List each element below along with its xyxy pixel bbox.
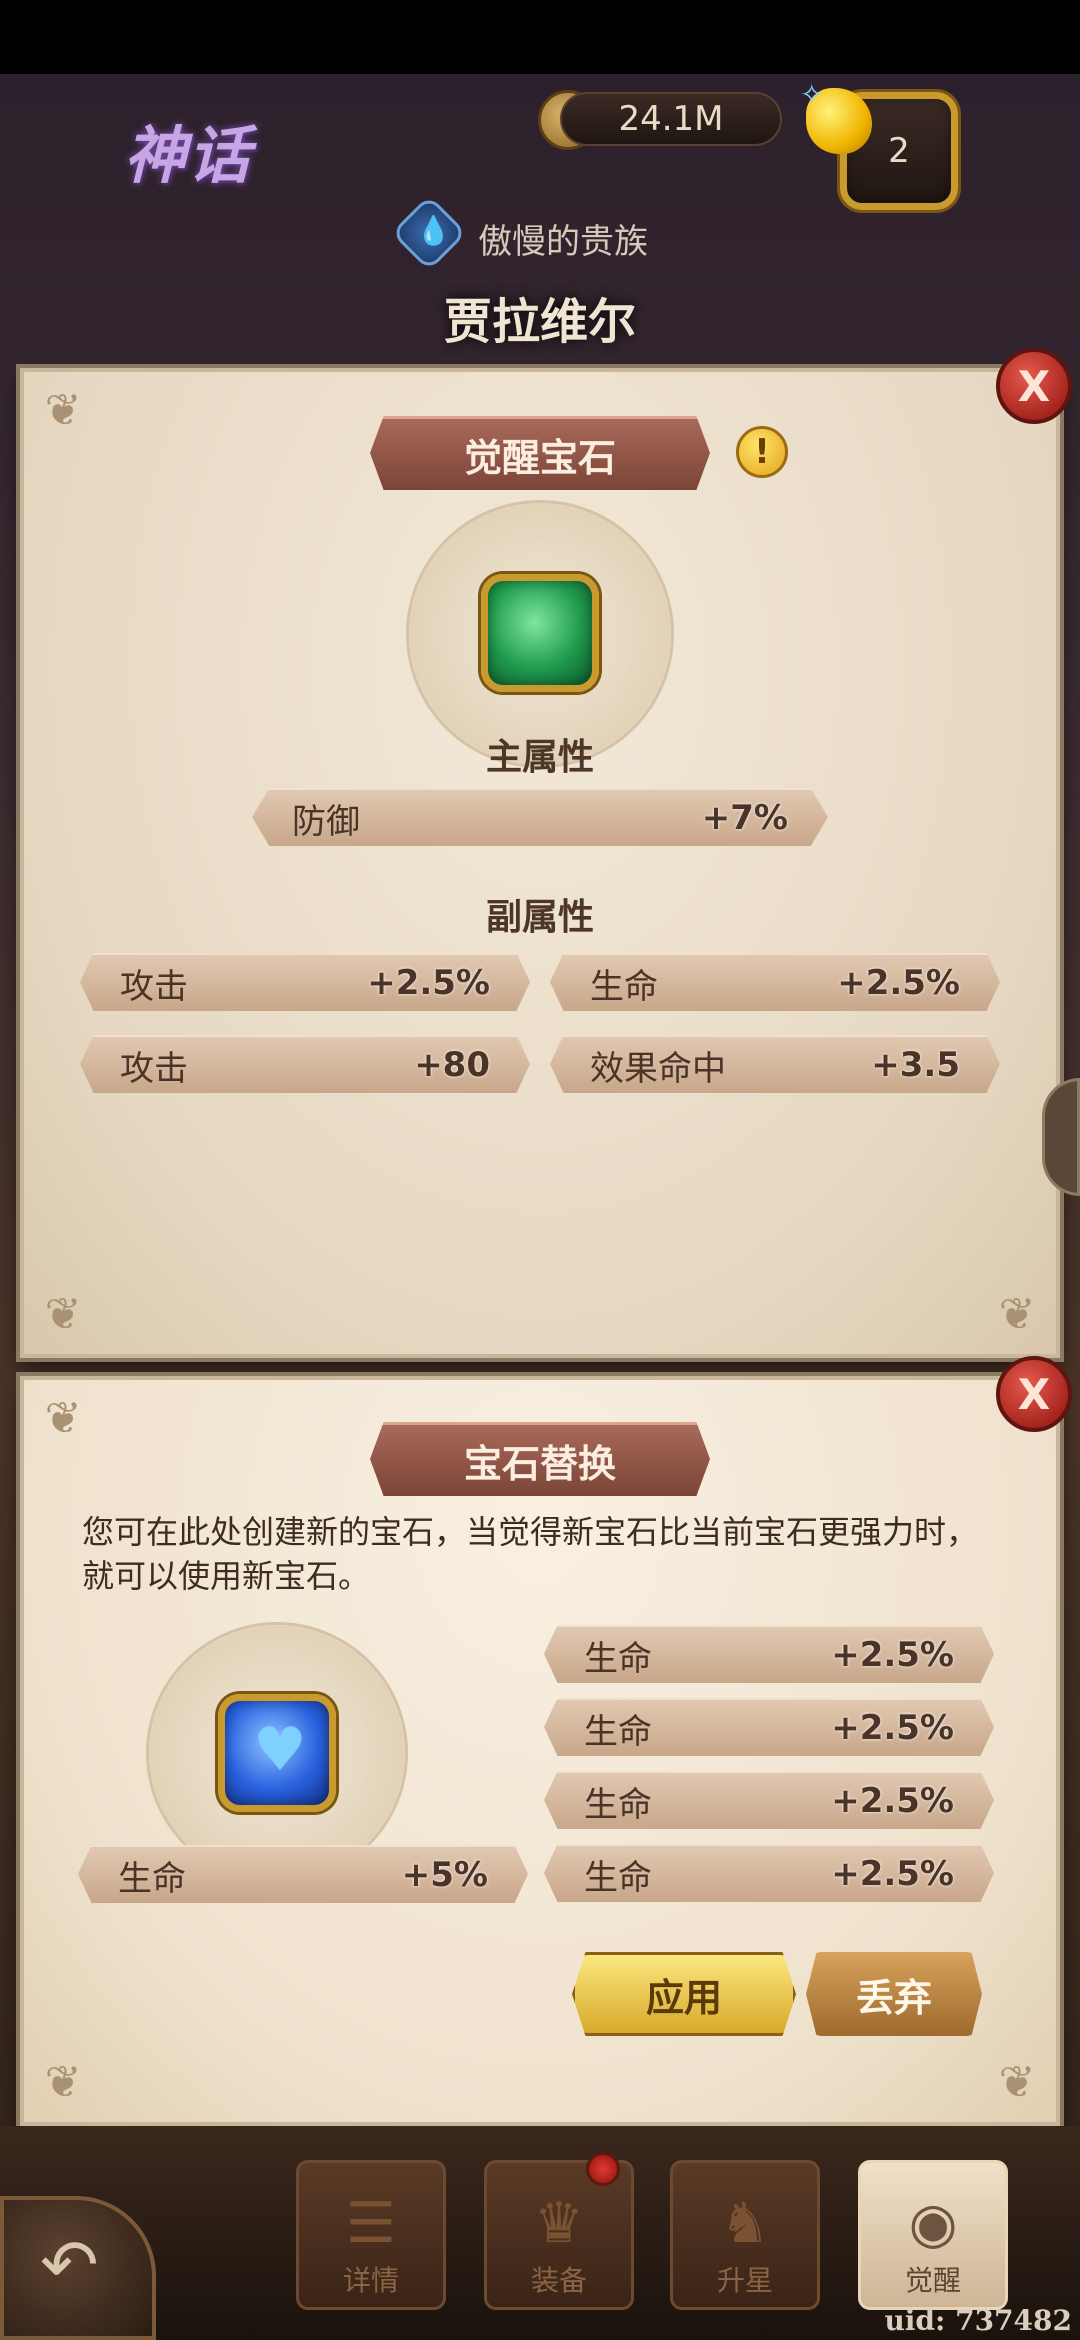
- stat-value: +2.5%: [367, 963, 490, 1003]
- corner-ornament-icon: ❦: [44, 385, 82, 436]
- nav-star-up[interactable]: ♞ 升星: [670, 2160, 820, 2310]
- stat-name: 生命: [118, 1858, 186, 1899]
- current-gem-icon[interactable]: [481, 574, 599, 692]
- new-sub-stat-row: 生命 +2.5%: [544, 1844, 994, 1902]
- stat-value: +80: [414, 1045, 490, 1085]
- gem-replace-title: 宝石替换: [370, 1422, 710, 1496]
- nav-awaken[interactable]: ◉ 觉醒: [858, 2160, 1008, 2310]
- sub-stat-row: 生命 +2.5%: [550, 953, 1000, 1011]
- stat-name: 生命: [584, 1857, 652, 1898]
- stat-name: 生命: [590, 966, 658, 1007]
- corner-ornament-icon: ❦: [44, 1289, 82, 1340]
- new-gem-icon[interactable]: [218, 1694, 336, 1812]
- main-attribute-label: 主属性: [485, 737, 594, 778]
- list-icon: ☰: [345, 2191, 397, 2256]
- new-sub-stat-row: 生命 +2.5%: [544, 1625, 994, 1683]
- info-exclamation-icon[interactable]: !: [736, 426, 788, 478]
- stat-name: 生命: [584, 1638, 652, 1679]
- faction-name: 傲慢的贵族: [478, 222, 648, 262]
- nav-awaken-label: 觉醒: [904, 2264, 961, 2297]
- stat-name: 生命: [584, 1711, 652, 1752]
- sparkle-icon: ✧: [800, 78, 824, 111]
- stat-name: 生命: [584, 1784, 652, 1825]
- sub-stat-row: 效果命中 +3.5: [550, 1035, 1000, 1093]
- main-stat-row: 防御 +7%: [252, 788, 828, 846]
- sub-stat-row: 攻击 +2.5%: [80, 953, 530, 1011]
- sub-attribute-label: 副属性: [485, 897, 594, 938]
- close-replace-panel-button[interactable]: X: [996, 1356, 1072, 1432]
- stat-value: +7%: [701, 798, 788, 838]
- new-sub-stat-row: 生命 +2.5%: [544, 1698, 994, 1756]
- hero-name: 贾拉维尔: [443, 294, 636, 350]
- corner-ornament-icon: ❦: [998, 2057, 1036, 2108]
- nav-star-up-label: 升星: [716, 2264, 773, 2297]
- notification-badge: [586, 2152, 620, 2186]
- stat-value: +5%: [401, 1855, 488, 1895]
- replace-description: 您可在此处创建新的宝石，当觉得新宝石比当前宝石更强力时，就可以使用新宝石。: [82, 1513, 979, 1595]
- sub-stat-row: 攻击 +80: [80, 1035, 530, 1093]
- dragon-icon: ♞: [719, 2191, 771, 2256]
- stat-value: +3.5: [871, 1045, 960, 1085]
- back-arrow-icon: ↶: [40, 2224, 99, 2306]
- game-screen: 神话 24.1M 2 ✧ 💧 傲慢的贵族 贾拉维尔 ❦ ❦ ❦ X 觉醒宝石 !…: [0, 0, 1080, 2340]
- discard-button[interactable]: 丢弃: [806, 1952, 982, 2036]
- crown-icon: ♛: [533, 2191, 585, 2256]
- side-expand-tab[interactable]: [1042, 1078, 1080, 1196]
- stat-name: 攻击: [120, 966, 188, 1007]
- apply-button[interactable]: 应用: [572, 1952, 796, 2036]
- gold-counter[interactable]: 24.1M: [560, 92, 782, 146]
- stat-name: 效果命中: [590, 1048, 726, 1089]
- corner-ornament-icon: ❦: [998, 1289, 1036, 1340]
- water-drop-icon: 💧: [416, 214, 451, 247]
- nav-details-label: 详情: [342, 2264, 399, 2297]
- gold-amount: 24.1M: [618, 99, 724, 139]
- stat-value: +2.5%: [831, 1854, 954, 1894]
- gem-amount: 2: [888, 131, 910, 171]
- nav-equipment-label: 装备: [530, 2264, 587, 2297]
- corner-ornament-icon: ❦: [44, 2057, 82, 2108]
- stat-value: +2.5%: [831, 1708, 954, 1748]
- status-bar: [0, 0, 1080, 74]
- corner-ornament-icon: ❦: [44, 1393, 82, 1444]
- user-id: uid: 737482: [884, 2304, 1072, 2337]
- new-main-stat-row: 生命 +5%: [78, 1845, 528, 1903]
- new-sub-stat-row: 生命 +2.5%: [544, 1771, 994, 1829]
- nav-details[interactable]: ☰ 详情: [296, 2160, 446, 2310]
- eye-icon: ◉: [908, 2191, 958, 2256]
- stat-value: +2.5%: [837, 963, 960, 1003]
- awaken-gem-title: 觉醒宝石: [370, 416, 710, 490]
- stat-name: 攻击: [120, 1048, 188, 1089]
- stat-name: 防御: [292, 801, 360, 842]
- stat-value: +2.5%: [831, 1781, 954, 1821]
- rarity-label: 神话: [124, 119, 253, 192]
- stat-value: +2.5%: [831, 1635, 954, 1675]
- close-awaken-panel-button[interactable]: X: [996, 348, 1072, 424]
